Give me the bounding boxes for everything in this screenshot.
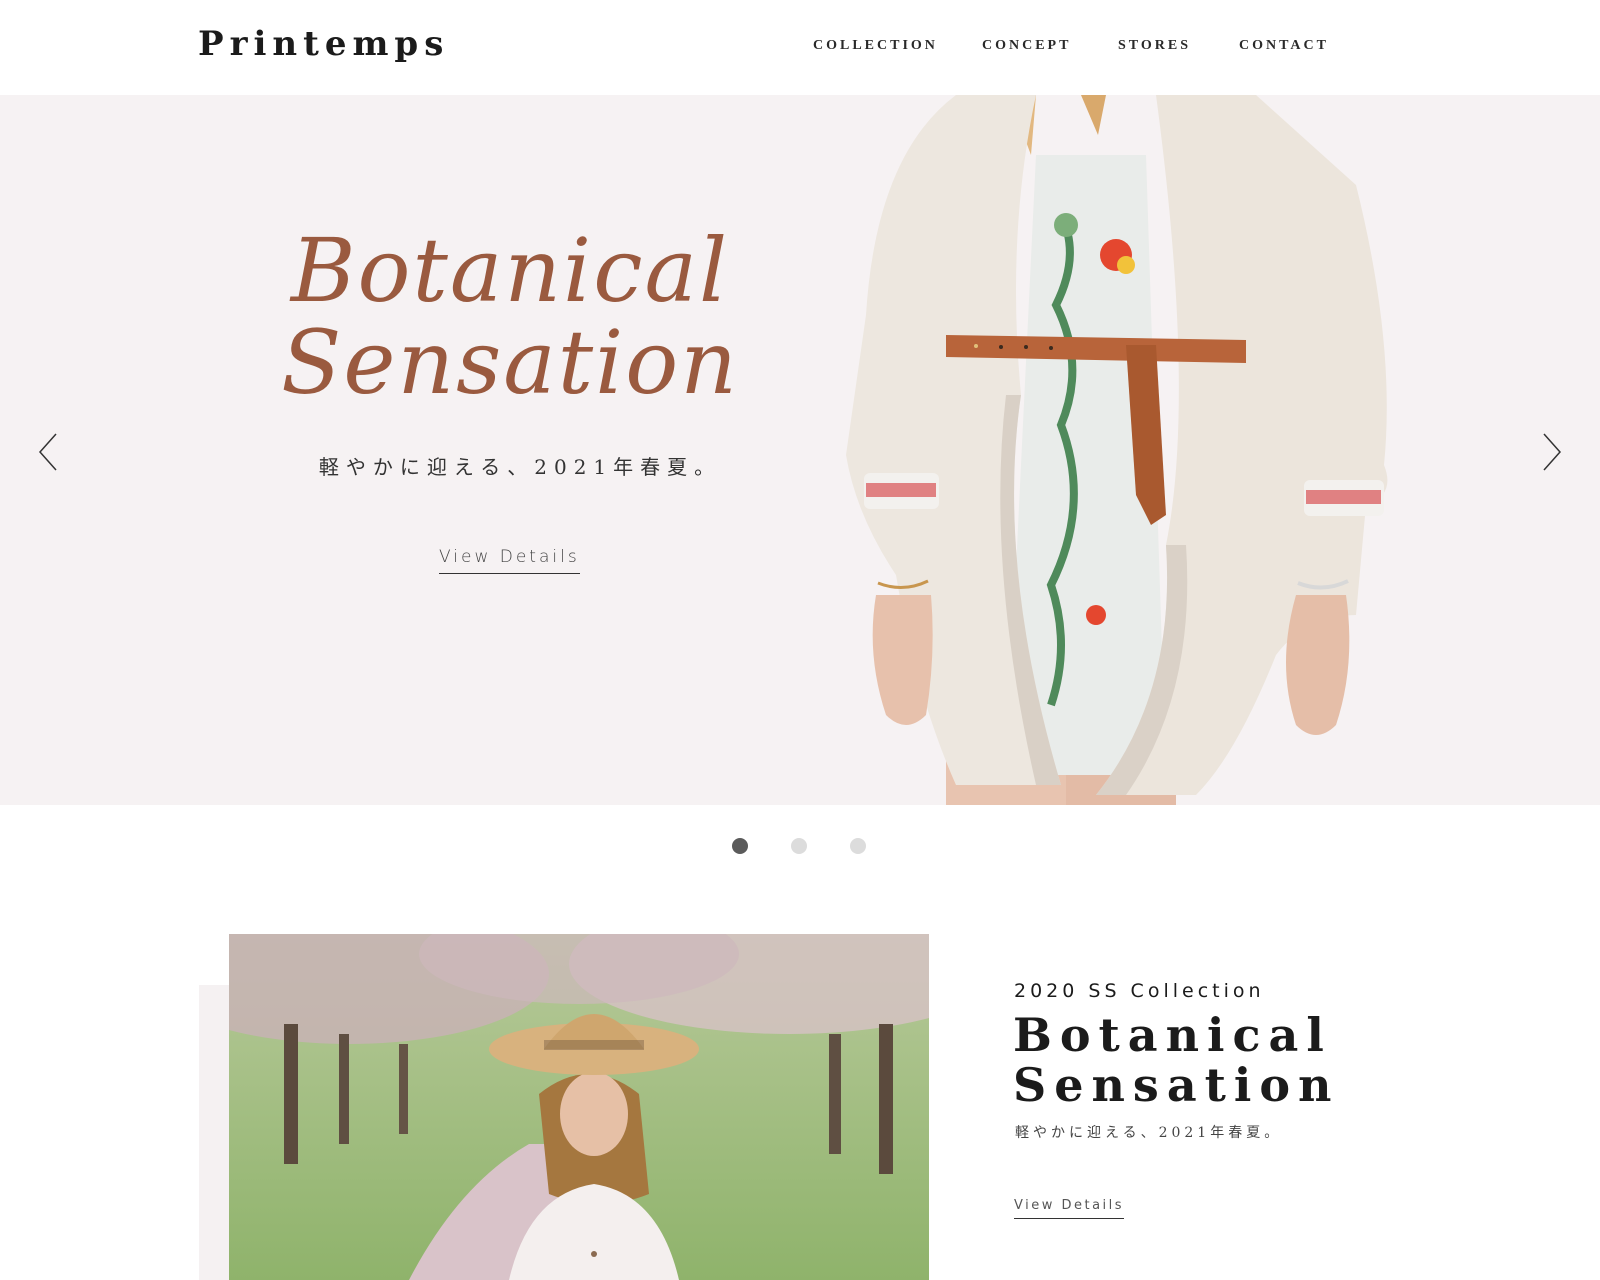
site-logo[interactable]: Printemps [198, 20, 449, 68]
hero-script-line1: Botanical [290, 219, 730, 322]
hero-model-photo [846, 95, 1388, 805]
carousel-dot-2[interactable] [791, 838, 807, 854]
feature-title-line2: Sensation [1013, 1058, 1340, 1112]
nav-item-stores[interactable]: STORES [1118, 36, 1191, 56]
feature-view-details-link[interactable]: View Details [1014, 1198, 1125, 1219]
feature-eyebrow: 2020 SS Collection [1014, 980, 1265, 1002]
feature-title: Botanical Sensation [1013, 1010, 1339, 1110]
feature-title-line1: Botanical [1013, 1008, 1332, 1062]
hero-script-line2: Sensation [281, 311, 739, 414]
chevron-left-icon[interactable] [36, 432, 62, 472]
feature-subtitle: 軽やかに迎える、2021年春夏。 [1015, 1125, 1283, 1141]
hero-slider: Botanical Sensation 軽やかに迎える、2021年春夏。 Vie… [0, 95, 1600, 805]
nav-item-concept[interactable]: CONCEPT [982, 36, 1071, 56]
carousel-dot-1[interactable] [732, 838, 748, 854]
feature-collection-photo[interactable] [229, 934, 929, 1280]
hero-view-details-link[interactable]: View Details [439, 547, 580, 574]
carousel-pagination [732, 838, 872, 854]
hero-script-title: Botanical Sensation [280, 225, 740, 409]
carousel-dot-3[interactable] [850, 838, 866, 854]
nav-item-collection[interactable]: COLLECTION [813, 36, 938, 56]
nav-item-contact[interactable]: CONTACT [1239, 36, 1329, 56]
hero-subtitle: 軽やかに迎える、2021年春夏。 [318, 455, 722, 479]
chevron-right-icon[interactable] [1538, 432, 1564, 472]
site-header: Printemps COLLECTION CONCEPT STORES CONT… [0, 0, 1600, 95]
